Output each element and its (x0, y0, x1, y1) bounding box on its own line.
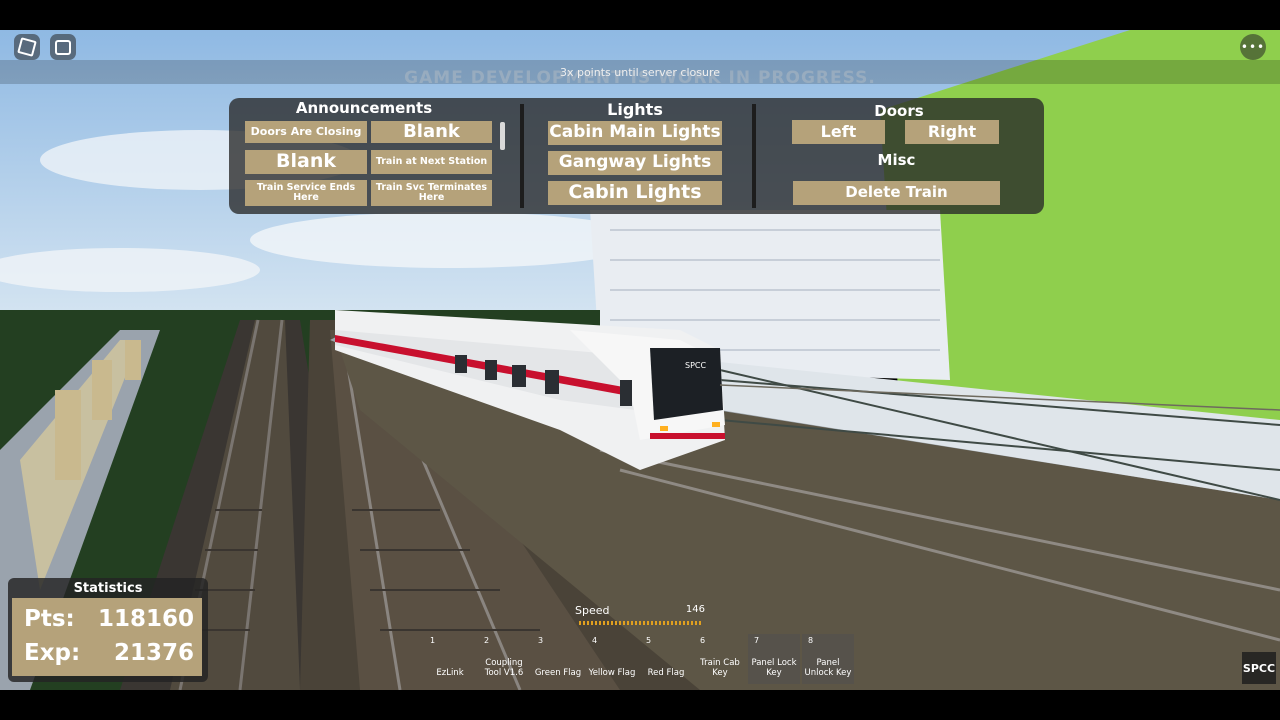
hotbar-slot-number: 5 (646, 636, 652, 645)
door-right-button[interactable]: Right (905, 120, 999, 144)
hotbar-slot-3[interactable]: 3 Green Flag (532, 634, 584, 684)
announcement-next-station-button[interactable]: Train at Next Station (371, 150, 492, 174)
announcement-blank-button-2[interactable]: Blank (245, 150, 367, 174)
speed-gauge: Speed 146 (575, 604, 705, 630)
hotbar-slot-number: 8 (808, 636, 814, 645)
letterbox-bottom (0, 690, 1280, 720)
points-value: 118160 (97, 606, 194, 632)
hotbar-slot-label: Train Cab Key (700, 657, 740, 678)
misc-title: Misc (877, 151, 916, 169)
roblox-menu-icon[interactable] (14, 34, 40, 60)
hotbar-slot-number: 7 (754, 636, 760, 645)
announcement-service-ends-button[interactable]: Train Service Ends Here (245, 180, 367, 206)
server-banner: 3x points until server closure (559, 66, 721, 79)
hotbar-slot-2[interactable]: 2 Coupling Tool V1.6 (478, 634, 530, 684)
hotbar-slot-number: 3 (538, 636, 544, 645)
panel-divider-2 (752, 104, 756, 208)
letterbox-top (0, 0, 1280, 30)
hotbar-slot-5[interactable]: 5 Red Flag (640, 634, 692, 684)
hotbar-slot-number: 6 (700, 636, 706, 645)
hotbar-slot-number: 4 (592, 636, 598, 645)
hotbar-slot-label: Coupling Tool V1.6 (484, 657, 524, 678)
hotbar-slot-4[interactable]: 4 Yellow Flag (586, 634, 638, 684)
hotbar-slot-number: 1 (430, 636, 436, 645)
gangway-lights-button[interactable]: Gangway Lights (548, 151, 722, 175)
speed-label: Speed (575, 604, 610, 617)
hotbar: 1 EzLink 2 Coupling Tool V1.6 3 Green Fl… (420, 634, 858, 686)
announcement-terminates-button[interactable]: Train Svc Terminates Here (371, 180, 492, 206)
statistics-panel: Statistics Pts: 118160 Exp: 21376 (8, 578, 208, 682)
announcement-doors-closing-button[interactable]: Doors Are Closing (245, 121, 367, 143)
hotbar-slot-6[interactable]: 6 Train Cab Key (694, 634, 746, 684)
panel-divider-1 (520, 104, 524, 208)
speed-value: 146 (685, 604, 705, 615)
doors-title: Doors (874, 102, 924, 120)
delete-train-button[interactable]: Delete Train (793, 181, 1000, 205)
points-label: Pts: (24, 606, 75, 632)
spcc-logo: SPCC (1242, 652, 1276, 684)
announcement-blank-button-1[interactable]: Blank (371, 121, 492, 143)
experience-label: Exp: (24, 640, 81, 666)
hotbar-slot-7[interactable]: 7 Panel Lock Key (748, 634, 800, 684)
lights-title: Lights (607, 100, 663, 119)
hotbar-slot-label: Red Flag (647, 667, 685, 678)
hotbar-slot-1[interactable]: 1 EzLink (424, 634, 476, 684)
train-control-panel: Announcements Doors Are Closing Blank Bl… (229, 98, 1044, 214)
hotbar-slot-number: 2 (484, 636, 490, 645)
hotbar-slot-label: Yellow Flag (588, 667, 636, 678)
more-options-icon[interactable]: ••• (1240, 34, 1266, 60)
announcements-scrollbar[interactable] (500, 122, 505, 150)
announcements-title: Announcements (295, 99, 433, 117)
hotbar-slot-label: Green Flag (534, 667, 582, 678)
door-left-button[interactable]: Left (792, 120, 885, 144)
hotbar-slot-label: Panel Unlock Key (804, 657, 852, 678)
speed-bar (579, 621, 701, 625)
experience-value: 21376 (113, 640, 194, 666)
statistics-title: Statistics (73, 581, 143, 596)
hotbar-slot-label: EzLink (436, 667, 464, 678)
cabin-lights-button[interactable]: Cabin Lights (548, 181, 722, 205)
statistics-box: Pts: 118160 Exp: 21376 (12, 598, 202, 676)
chat-icon[interactable] (50, 34, 76, 60)
hotbar-slot-8[interactable]: 8 Panel Unlock Key (802, 634, 854, 684)
cabin-main-lights-button[interactable]: Cabin Main Lights (548, 121, 722, 145)
train-destination: SPCC (685, 361, 706, 370)
hotbar-slot-label: Panel Lock Key (751, 657, 797, 678)
